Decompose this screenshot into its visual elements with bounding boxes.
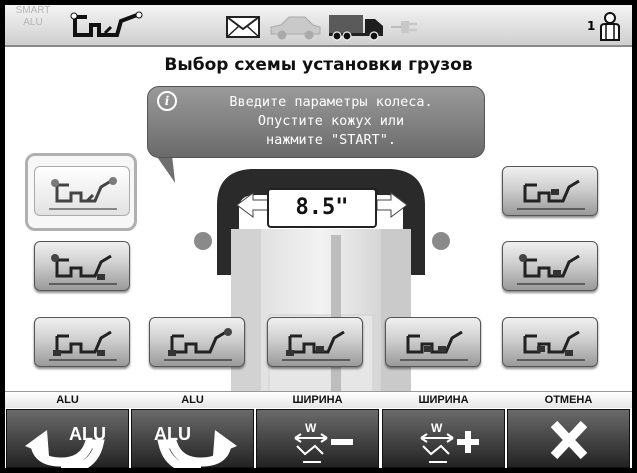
- scheme-button-9[interactable]: [502, 317, 598, 367]
- weight-scheme-icon: [517, 254, 585, 285]
- scheme-button-1[interactable]: [34, 166, 130, 216]
- operator-number: 1: [587, 19, 596, 33]
- alu-previous-text: ALU: [69, 424, 106, 444]
- alu-next-button[interactable]: ALU: [131, 409, 254, 468]
- message-text: Введите параметры колеса. Опустите кожух…: [229, 94, 433, 148]
- scheme-button-7[interactable]: [502, 166, 598, 216]
- scheme-button-5[interactable]: [267, 317, 363, 367]
- width-increase-text: W: [431, 421, 443, 435]
- weight-scheme-icon: [49, 254, 117, 285]
- weight-scheme-icon: [49, 177, 117, 210]
- weight-scheme-icon: [49, 330, 117, 361]
- width-increase-button[interactable]: W: [382, 409, 505, 468]
- f5-label: ОТМЕНА: [544, 394, 593, 406]
- cancel-button[interactable]: [507, 409, 630, 468]
- alu-next-icon: ALU: [154, 424, 237, 468]
- alu-next-text: ALU: [154, 424, 191, 444]
- page-title: Выбор схемы установки грузов: [164, 55, 473, 75]
- f1-label: ALU: [56, 394, 79, 406]
- info-icon: i: [157, 91, 177, 111]
- f3-label: ШИРИНА: [292, 394, 343, 406]
- alu-previous-button[interactable]: ALU: [6, 409, 129, 468]
- status-bar: SMART ALU 1: [5, 5, 632, 47]
- car-icon[interactable]: [267, 14, 323, 40]
- f2-label: ALU: [181, 394, 204, 406]
- weight-scheme-icon: [164, 328, 232, 361]
- weight-scheme-icon: [400, 330, 468, 361]
- balancer-mode-icon[interactable]: [65, 11, 147, 41]
- scheme-button-8[interactable]: [502, 241, 598, 291]
- operator-icon[interactable]: [599, 11, 621, 41]
- width-increase-icon: W: [420, 421, 479, 463]
- weight-scheme-icon: [282, 330, 350, 361]
- rim-width-value[interactable]: 8.5": [267, 188, 377, 228]
- balancer-screen: SMART ALU 1 Выбор схемы установки грузов…: [5, 5, 632, 468]
- plug-icon[interactable]: [391, 17, 423, 37]
- width-decrease-text: W: [305, 421, 317, 435]
- weight-scheme-icon: [517, 330, 585, 361]
- scheme-button-4[interactable]: [149, 317, 245, 367]
- width-decrease-icon: W: [294, 421, 353, 463]
- smart-alu-indicator: SMART ALU: [15, 5, 51, 28]
- alu-previous-icon: ALU: [25, 424, 106, 468]
- scheme-button-2[interactable]: [34, 241, 130, 291]
- f4-label: ШИРИНА: [418, 394, 469, 406]
- function-key-labels: ALU ALU ШИРИНА ШИРИНА ОТМЕНА: [5, 391, 632, 408]
- scheme-button-6[interactable]: [385, 317, 481, 367]
- truck-icon[interactable]: [327, 11, 385, 41]
- envelope-icon[interactable]: [226, 16, 260, 38]
- weight-scheme-icon: [517, 179, 585, 210]
- width-decrease-button[interactable]: W: [256, 409, 379, 468]
- cancel-icon: [550, 420, 588, 460]
- scheme-button-3[interactable]: [34, 317, 130, 367]
